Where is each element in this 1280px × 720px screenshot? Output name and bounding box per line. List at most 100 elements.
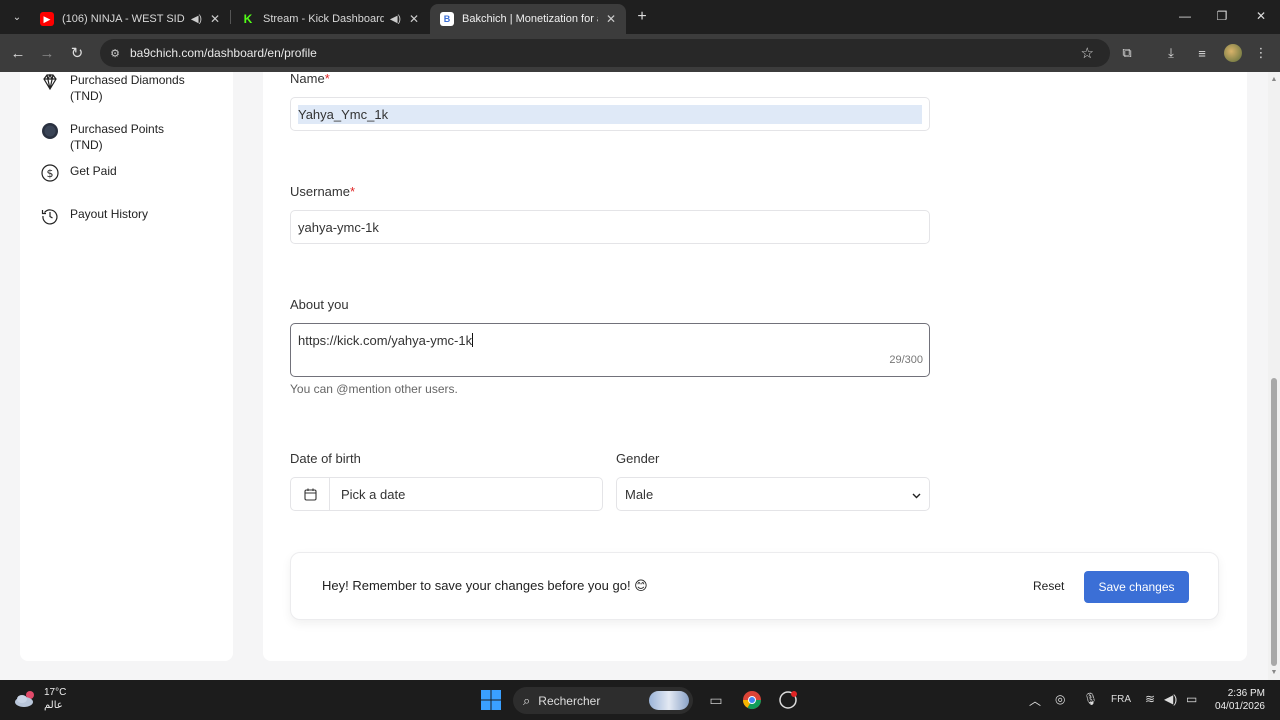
- new-tab-button[interactable]: +: [632, 7, 652, 27]
- temperature-text: 17°C: [44, 687, 67, 698]
- site-info-icon[interactable]: ⚙: [108, 46, 122, 60]
- windows-taskbar: 17°C عالم ⌕ Rechercher ▭ ︿ ◎ 🎙 FRA ≋ ◀) ▭…: [0, 680, 1280, 720]
- minimize-icon[interactable]: —: [1174, 6, 1196, 26]
- scrollbar-thumb[interactable]: [1271, 378, 1277, 666]
- extensions-icon[interactable]: ⧉: [1118, 44, 1136, 62]
- taskbar-search[interactable]: ⌕ Rechercher: [513, 687, 693, 714]
- calendar-icon: [291, 478, 330, 510]
- weather-cloud-icon: [14, 690, 38, 708]
- search-icon: ⌕: [523, 692, 531, 708]
- sync-icon[interactable]: ◎: [1055, 692, 1065, 706]
- gender-select[interactable]: Male: [616, 477, 930, 511]
- reset-button[interactable]: Reset: [1033, 579, 1064, 593]
- svg-text:$: $: [47, 167, 54, 180]
- close-icon[interactable]: ✕: [409, 12, 419, 26]
- name-label: Name*: [290, 72, 330, 86]
- required-mark: *: [349, 184, 356, 199]
- history-icon: [40, 206, 60, 226]
- username-value: yahya-ymc-1k: [298, 219, 379, 235]
- tab-bakchich[interactable]: B Bakchich | Monetization for afr ✕: [430, 4, 626, 34]
- sidebar-item-payout-history[interactable]: Payout History: [40, 206, 200, 226]
- date-picker-button[interactable]: Pick a date: [290, 477, 603, 511]
- scroll-up-icon[interactable]: ▲: [1270, 75, 1278, 83]
- page-scrollbar[interactable]: ▲ ▼: [1268, 72, 1280, 680]
- profile-avatar[interactable]: [1224, 44, 1242, 62]
- time-text: 2:36 PM: [1227, 688, 1265, 699]
- address-bar[interactable]: ⚙ ba9chich.com/dashboard/en/profile ☆: [100, 39, 1110, 67]
- task-view-icon[interactable]: ▭: [705, 689, 727, 711]
- search-highlight-image: [649, 691, 689, 710]
- sidebar-item-label: Purchased Points (TND): [70, 122, 165, 152]
- close-window-icon[interactable]: ✕: [1250, 6, 1272, 26]
- download-icon[interactable]: ⤓: [1162, 44, 1180, 62]
- bakchich-icon: B: [440, 12, 454, 26]
- mention-helper-text: You can @mention other users.: [290, 382, 458, 396]
- bookmark-star-icon[interactable]: ☆: [1081, 44, 1094, 62]
- url-text[interactable]: ba9chich.com/dashboard/en/profile: [130, 46, 317, 60]
- about-label: About you: [290, 297, 349, 312]
- weather-widget[interactable]: 17°C عالم: [14, 686, 66, 712]
- required-mark: *: [324, 72, 330, 86]
- sidebar-item-purchased-diamonds[interactable]: Purchased Diamonds (TND): [40, 72, 200, 104]
- scroll-down-icon[interactable]: ▼: [1270, 668, 1278, 676]
- back-icon[interactable]: ←: [8, 43, 28, 63]
- points-icon: [40, 121, 60, 141]
- language-indicator[interactable]: FRA: [1111, 694, 1131, 705]
- tab-search-icon[interactable]: ⌄: [6, 6, 28, 28]
- search-label: Rechercher: [538, 693, 601, 708]
- media-icon[interactable]: ≡: [1193, 44, 1211, 62]
- wifi-icon[interactable]: ≋: [1145, 692, 1155, 706]
- dob-label: Date of birth: [290, 451, 361, 466]
- maximize-icon[interactable]: ❐: [1211, 6, 1233, 26]
- username-field[interactable]: yahya-ymc-1k: [290, 210, 930, 244]
- app-icon[interactable]: [777, 689, 799, 711]
- chrome-icon[interactable]: [741, 689, 763, 711]
- close-icon[interactable]: ✕: [606, 12, 616, 26]
- windows-start-icon[interactable]: [480, 689, 502, 711]
- taskbar-clock[interactable]: 2:36 PM 04/01/2026: [1210, 687, 1265, 713]
- sidebar-item-get-paid[interactable]: $ Get Paid: [40, 163, 200, 183]
- sidebar-item-label: Payout History: [70, 207, 149, 221]
- browser-toolbar: ← → ↻ ⚙ ba9chich.com/dashboard/en/profil…: [0, 34, 1280, 72]
- tab-title: (106) NINJA - WEST SIDE (R: [62, 13, 185, 25]
- name-value: Yahya_Ymc_1k: [298, 104, 922, 124]
- browser-tab-bar: ⌄ ▶ (106) NINJA - WEST SIDE (R ◀) ✕ K St…: [0, 0, 1280, 34]
- sidebar-item-label: Purchased Diamonds (TND): [70, 73, 185, 103]
- close-icon[interactable]: ✕: [210, 12, 220, 26]
- speaker-icon[interactable]: ◀): [390, 14, 401, 25]
- sidebar-item-purchased-points[interactable]: Purchased Points (TND): [40, 121, 200, 153]
- weather-text: عالم: [44, 700, 63, 711]
- youtube-icon: ▶: [40, 12, 54, 26]
- menu-icon[interactable]: ⋮: [1252, 44, 1270, 62]
- unsaved-changes-bar: Hey! Remember to save your changes befor…: [290, 552, 1219, 620]
- tab-youtube[interactable]: ▶ (106) NINJA - WEST SIDE (R ◀) ✕: [30, 4, 230, 34]
- tab-kick[interactable]: K Stream - Kick Dashboard ◀) ✕: [231, 4, 429, 34]
- about-textarea[interactable]: https://kick.com/yahya-ymc-1k 29/300: [290, 323, 930, 377]
- date-text: 04/01/2026: [1214, 701, 1265, 712]
- date-placeholder: Pick a date: [341, 486, 406, 502]
- save-changes-button[interactable]: Save changes: [1084, 571, 1189, 603]
- gender-label: Gender: [616, 451, 660, 466]
- battery-icon[interactable]: ▭: [1186, 692, 1197, 706]
- reload-icon[interactable]: ↻: [67, 43, 87, 63]
- kick-icon: K: [241, 12, 255, 26]
- profile-form-panel: Name* Yahya_Ymc_1k Username* yahya-ymc-1…: [263, 72, 1247, 661]
- microphone-icon[interactable]: 🎙: [1083, 692, 1098, 706]
- forward-icon[interactable]: →: [37, 43, 57, 63]
- username-label: Username*: [290, 184, 356, 199]
- sidebar-item-label: Get Paid: [70, 164, 117, 178]
- gender-value: Male: [625, 486, 654, 502]
- show-hidden-icons[interactable]: ︿: [1029, 692, 1041, 709]
- diamond-icon: [40, 72, 60, 92]
- volume-icon[interactable]: ◀): [1164, 692, 1177, 706]
- speaker-icon[interactable]: ◀): [191, 14, 202, 25]
- about-value: https://kick.com/yahya-ymc-1k: [298, 333, 473, 348]
- tab-title: Stream - Kick Dashboard: [263, 13, 384, 25]
- chevron-down-icon: [912, 487, 921, 502]
- unsaved-changes-message: Hey! Remember to save your changes befor…: [322, 578, 648, 593]
- dollar-icon: $: [40, 163, 60, 183]
- page-content: Purchased Diamonds (TND) Purchased Point…: [0, 72, 1268, 680]
- sidebar: Purchased Diamonds (TND) Purchased Point…: [20, 72, 233, 661]
- character-counter: 29/300: [889, 354, 923, 366]
- name-field[interactable]: Yahya_Ymc_1k: [290, 97, 930, 131]
